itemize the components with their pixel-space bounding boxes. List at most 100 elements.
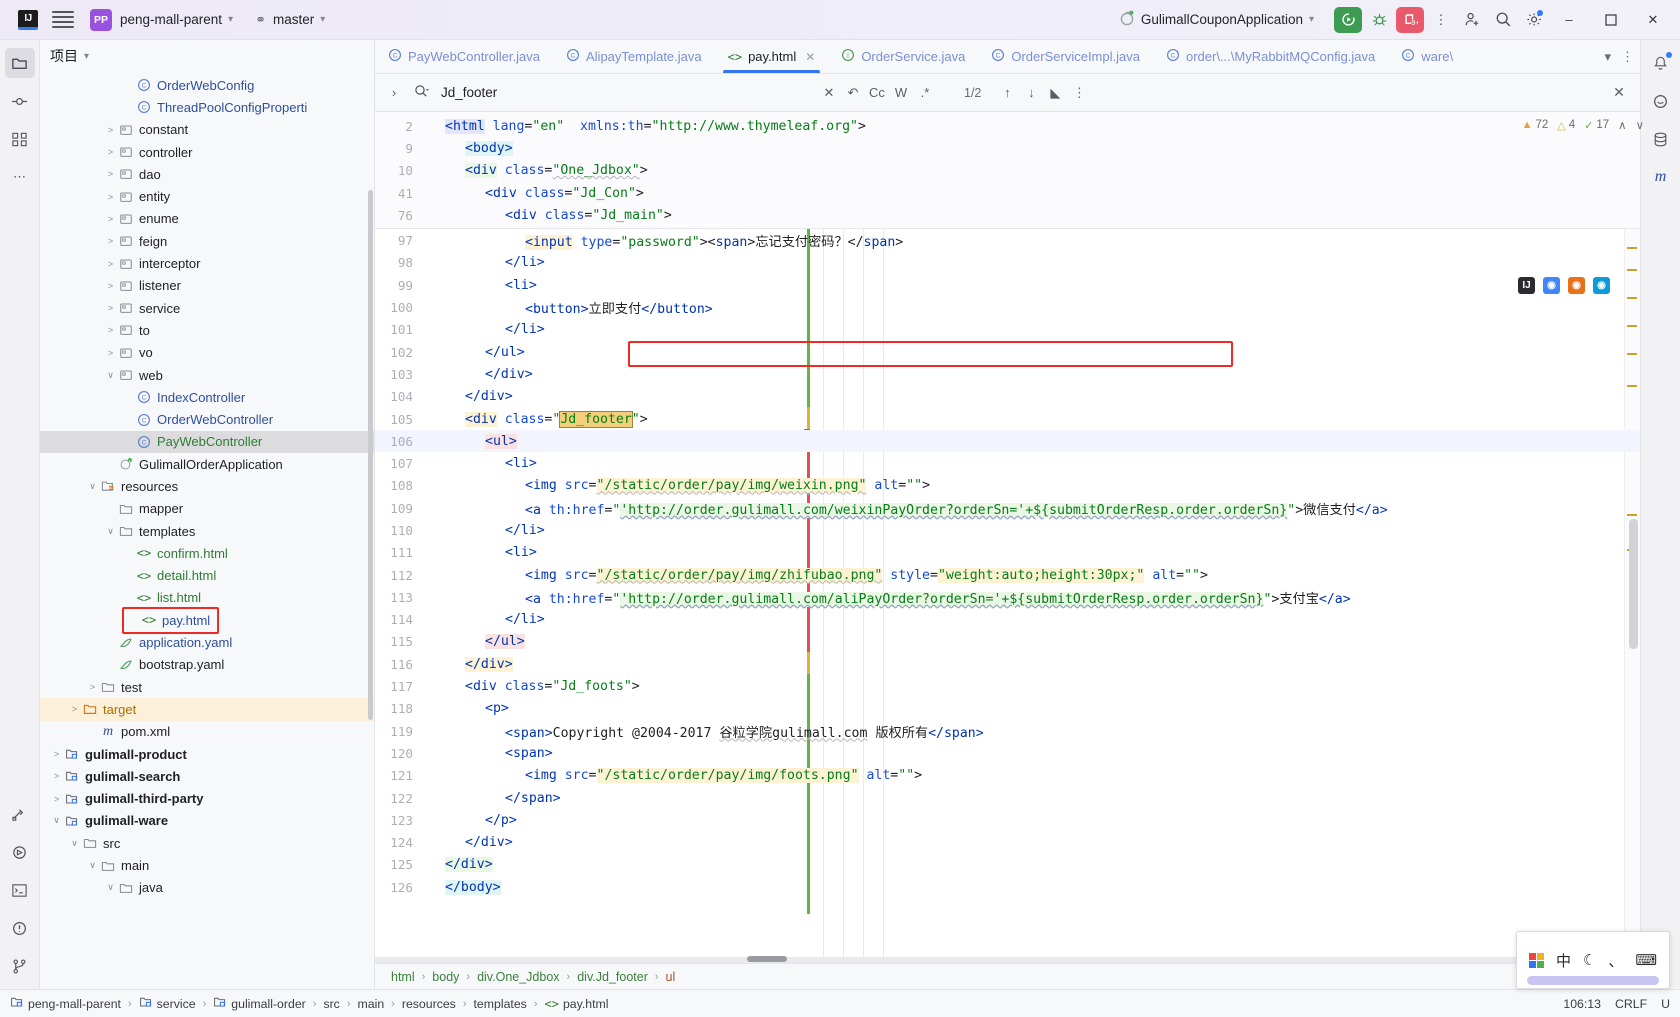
build-icon[interactable] — [5, 799, 35, 829]
project-file-tree[interactable]: C OrderWebConfig C ThreadPoolConfigProperti… — [40, 72, 374, 989]
search-icon[interactable] — [1489, 6, 1517, 34]
editor-tab-order-myrabbitmqconfig-java[interactable]: Corder\...\MyRabbitMQConfig.java — [1153, 40, 1388, 73]
edge-icon[interactable]: ◉ — [1593, 277, 1610, 295]
tree-item-gulimall-third-party[interactable]: > gulimall-third-party — [40, 788, 374, 810]
project-name[interactable]: peng-mall-parent — [120, 12, 222, 27]
punctuation-icon[interactable]: 、 — [1608, 950, 1623, 971]
status-path-item-pay-html[interactable]: <> pay.html — [545, 997, 609, 1011]
tree-item-interceptor[interactable]: > interceptor — [40, 252, 374, 274]
maximize-button[interactable] — [1590, 0, 1632, 40]
breadcrumb-item-ul[interactable]: ul — [666, 970, 676, 984]
chevron-right-icon[interactable]: > — [104, 169, 117, 179]
tree-item-application-yaml[interactable]: application.yaml — [40, 631, 374, 653]
tab-list-chevron-down-icon[interactable]: ▾ — [1604, 49, 1611, 65]
tree-item-orderwebconfig[interactable]: C OrderWebConfig — [40, 74, 374, 96]
keyboard-icon[interactable]: ⌨ — [1635, 951, 1657, 969]
warning-count[interactable]: ▲ 72 — [1522, 119, 1549, 131]
breadcrumb-item-div-jd-footer[interactable]: div.Jd_footer — [577, 970, 648, 984]
tree-item-to[interactable]: > to — [40, 319, 374, 341]
chevron-right-icon[interactable]: > — [50, 771, 63, 781]
tree-item-confirm-html[interactable]: <> confirm.html — [40, 542, 374, 564]
code-line-2[interactable]: 2 <html lang="en" xmlns:th="http://www.th… — [375, 115, 1640, 137]
tree-item-feign[interactable]: > feign — [40, 230, 374, 252]
weak-warning-count[interactable]: △ 4 — [1557, 119, 1575, 132]
gear-icon[interactable] — [1520, 6, 1548, 34]
code-line-124[interactable]: 124 </div> — [375, 832, 1640, 854]
moon-icon[interactable]: ☾ — [1583, 951, 1596, 969]
tree-item-java[interactable]: ∨ java — [40, 877, 374, 899]
editor-tab-orderservice-java[interactable]: I OrderService.java — [828, 40, 978, 73]
tree-item-threadpoolconfigproperti[interactable]: C ThreadPoolConfigProperti — [40, 96, 374, 118]
whole-words-toggle[interactable]: W — [889, 85, 913, 100]
tree-item-web[interactable]: ∨ web — [40, 364, 374, 386]
clear-search-icon[interactable]: ✕ — [817, 85, 841, 101]
ai-assistant-icon[interactable] — [1646, 86, 1676, 116]
tree-item-gulimall-ware[interactable]: ∨ gulimall-ware — [40, 810, 374, 832]
code-line-114[interactable]: 114 </li> — [375, 609, 1640, 631]
code-line-9[interactable]: 9 <body> — [375, 137, 1640, 159]
chevron-right-icon[interactable]: › — [383, 85, 405, 100]
close-find-bar-button[interactable]: ✕ — [1606, 84, 1632, 101]
more-vertical-icon[interactable]: ⋮ — [1427, 6, 1455, 34]
search-input[interactable]: Jd_footer — [441, 85, 817, 100]
status-bar-path[interactable]: peng-mall-parent › service › gulimall-order ›… — [10, 995, 609, 1012]
project-chevron-down-icon[interactable]: ▾ — [228, 14, 233, 25]
chevron-right-icon[interactable]: > — [104, 214, 117, 224]
notifications-icon[interactable] — [1646, 48, 1676, 78]
code-lines[interactable]: 97 <input type="password"><span>忘记支付密码？</… — [375, 229, 1640, 898]
services-icon[interactable] — [5, 837, 35, 867]
chevron-right-icon[interactable]: > — [68, 704, 81, 714]
tree-item-entity[interactable]: > entity — [40, 185, 374, 207]
branch-selector[interactable]: ⚭ master ▾ — [255, 12, 329, 28]
code-line-106[interactable]: 106 <ul> — [375, 430, 1640, 453]
chevron-right-icon[interactable]: > — [104, 281, 117, 291]
code-line-121[interactable]: 121 <img src="/static/order/pay/img/foots… — [375, 765, 1640, 787]
run-configuration-selector[interactable]: GulimallCouponApplication ▾ — [1119, 10, 1318, 29]
code-line-111[interactable]: 111 <li> — [375, 542, 1640, 564]
tree-item-service[interactable]: > service — [40, 297, 374, 319]
tree-item-gulimallorderapplication[interactable]: GulimallOrderApplication — [40, 453, 374, 475]
status-path-item-resources[interactable]: resources — [402, 997, 456, 1011]
chevron-right-icon[interactable]: > — [104, 259, 117, 269]
chrome-icon[interactable]: ◉ — [1543, 277, 1560, 295]
structure-icon[interactable] — [5, 124, 35, 154]
tree-item-src[interactable]: ∨ src — [40, 832, 374, 854]
tree-item-dao[interactable]: > dao — [40, 163, 374, 185]
breadcrumb[interactable]: html › body › div.One_Jdbox › div.Jd_footer › ul — [375, 963, 1640, 989]
code-line-101[interactable]: 101 </li> — [375, 319, 1640, 341]
tree-item-bootstrap-yaml[interactable]: bootstrap.yaml — [40, 654, 374, 676]
add-user-icon[interactable] — [1458, 6, 1486, 34]
code-line-104[interactable]: 104 </div> — [375, 386, 1640, 408]
windows-ime-icon[interactable] — [1528, 952, 1544, 968]
editor-tab-pay-html[interactable]: <> pay.html ✕ — [715, 40, 829, 73]
project-panel-scrollbar[interactable] — [368, 190, 373, 720]
tree-item-constant[interactable]: > constant — [40, 119, 374, 141]
code-line-126[interactable]: 126 </body> — [375, 876, 1640, 898]
run-button[interactable] — [1334, 6, 1362, 33]
code-line-122[interactable]: 122 </span> — [375, 787, 1640, 809]
code-line-10[interactable]: 10 <div class="One_Jdbox"> — [375, 160, 1640, 182]
code-line-119[interactable]: 119 <span>Copyright @2004-2017 谷粒学院gulima… — [375, 720, 1640, 742]
tree-item-list-html[interactable]: <> list.html — [40, 587, 374, 609]
chevron-right-icon[interactable]: > — [104, 303, 117, 313]
tree-item-indexcontroller[interactable]: C IndexController — [40, 386, 374, 408]
chevron-right-icon[interactable]: > — [50, 794, 63, 804]
editor-tab-orderserviceimpl-java[interactable]: C OrderServiceImpl.java — [978, 40, 1153, 73]
tree-item-vo[interactable]: > vo — [40, 342, 374, 364]
main-menu-icon[interactable] — [52, 9, 74, 31]
browser-preview-bar[interactable]: IJ ◉ ◉ ◉ — [1518, 277, 1610, 295]
breadcrumb-item-body[interactable]: body — [432, 970, 459, 984]
chevron-right-icon[interactable]: > — [104, 125, 117, 135]
status-path-item-main[interactable]: main — [358, 997, 385, 1011]
typo-count[interactable]: ✓ 17 — [1584, 119, 1609, 132]
code-line-97[interactable]: 97 <input type="password"><span>忘记支付密码？</… — [375, 229, 1640, 251]
maven-m-icon[interactable]: m — [1646, 162, 1676, 192]
tree-item-target[interactable]: > target — [40, 698, 374, 721]
status-path-item-templates[interactable]: templates — [474, 997, 527, 1011]
code-editor[interactable]: 97 <input type="password"><span>忘记支付密码？</… — [375, 229, 1640, 963]
commit-icon[interactable] — [5, 86, 35, 116]
close-tab-icon[interactable]: ✕ — [805, 50, 815, 64]
editor-tab-alipaytemplate-java[interactable]: C AlipayTemplate.java — [553, 40, 715, 73]
git-icon[interactable] — [5, 951, 35, 981]
file-encoding[interactable]: U — [1661, 997, 1670, 1011]
